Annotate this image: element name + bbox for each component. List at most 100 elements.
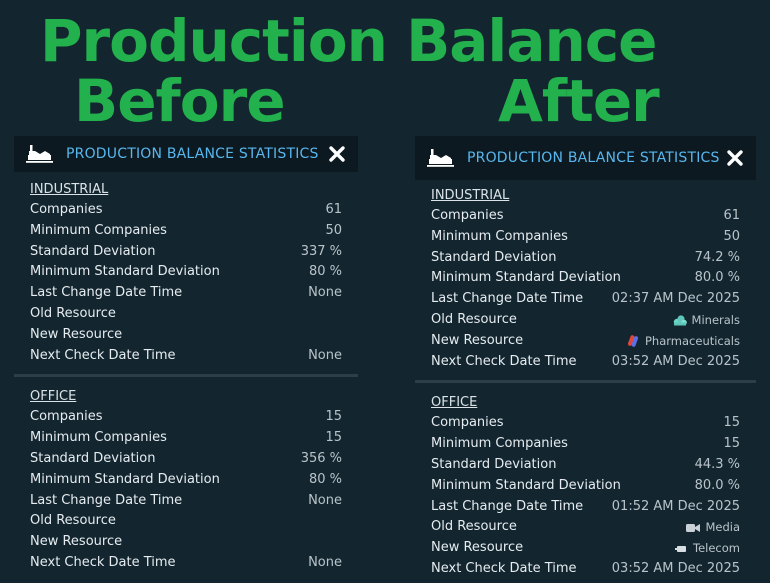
stat-row-next-check: Next Check Date Time 03:52 AM Dec 2025: [431, 559, 740, 580]
stat-value: 50: [325, 222, 342, 238]
stat-row-minimum-standard-deviation: Minimum Standard Deviation 80.0 %: [431, 476, 740, 497]
stat-row-standard-deviation: Standard Deviation 337 %: [30, 242, 342, 263]
stat-value: 15: [325, 430, 342, 446]
close-icon[interactable]: [726, 149, 744, 167]
stat-value: 80 %: [308, 264, 342, 280]
section-title-industrial: INDUSTRIAL: [30, 182, 109, 197]
after-panel: PRODUCTION BALANCE STATISTICS INDUSTRIAL…: [415, 136, 756, 580]
stat-value: None: [308, 554, 342, 570]
factory-icon: [26, 142, 54, 166]
stat-label: Minimum Companies: [30, 222, 167, 238]
stat-value: 74.2 %: [694, 249, 740, 265]
panel-title: PRODUCTION BALANCE STATISTICS: [467, 150, 720, 166]
resource-name: Media: [705, 520, 740, 535]
stat-value: 61: [723, 208, 740, 223]
stat-value: 50: [723, 228, 740, 244]
stat-label: Next Check Date Time: [30, 554, 176, 570]
telecom-icon: [674, 543, 688, 555]
stat-label: Last Change Date Time: [30, 285, 183, 301]
stat-row-next-check: Next Check Date Time None: [30, 346, 342, 367]
headline-title: Production Balance: [40, 7, 657, 75]
stat-label: Old Resource: [431, 519, 517, 535]
stat-value: 01:52 AM Dec 2025: [611, 498, 740, 514]
stat-label: Next Check Date Time: [431, 560, 577, 576]
stat-value: 15: [723, 415, 740, 431]
stat-value: None: [308, 285, 342, 301]
stat-value: Telecom: [674, 538, 740, 559]
stat-value: 03:52 AM Dec 2025: [611, 560, 740, 576]
stat-row-next-check: Next Check Date Time None: [30, 553, 342, 574]
stat-row-old-resource: Old Resource Media: [431, 517, 740, 538]
stat-label: Minimum Companies: [431, 436, 568, 452]
stat-label: Companies: [30, 409, 103, 425]
stat-value: 337 %: [300, 243, 342, 259]
stat-row-minimum-standard-deviation: Minimum Standard Deviation 80 %: [30, 262, 342, 283]
stat-label: New Resource: [30, 534, 123, 550]
stat-label: Standard Deviation: [431, 456, 557, 472]
section-title-industrial: INDUSTRIAL: [431, 188, 510, 203]
industrial-section: INDUSTRIAL Companies 61 Minimum Companies…: [415, 180, 756, 372]
stat-row-minimum-companies: Minimum Companies 15: [431, 434, 740, 455]
headline-before: Before: [74, 67, 286, 135]
section-divider: [415, 380, 756, 384]
stat-label: New Resource: [431, 332, 524, 348]
stat-label: Standard Deviation: [431, 249, 557, 265]
office-section: OFFICE Companies 15 Minimum Companies 15 S…: [14, 381, 358, 573]
stat-row-minimum-standard-deviation: Minimum Standard Deviation 80 %: [30, 470, 342, 491]
stat-row-new-resource: New Resource: [30, 325, 342, 346]
stat-row-next-check: Next Check Date Time 03:52 AM Dec 2025: [431, 352, 740, 373]
stat-row-standard-deviation: Standard Deviation 44.3 %: [431, 455, 740, 476]
stat-value: 80 %: [308, 471, 342, 487]
stat-label: Minimum Standard Deviation: [431, 477, 621, 493]
stat-row-companies: Companies 15: [431, 413, 740, 434]
stat-row-companies: Companies 15: [30, 407, 342, 428]
stat-label: Next Check Date Time: [30, 347, 176, 363]
stat-value: 356 %: [300, 450, 342, 466]
close-icon[interactable]: [328, 145, 346, 163]
stat-row-last-change: Last Change Date Time None: [30, 283, 342, 304]
stat-label: Old Resource: [30, 305, 116, 321]
stat-row-old-resource: Old Resource: [30, 511, 342, 532]
section-title-office: OFFICE: [30, 389, 77, 405]
stat-label: New Resource: [431, 540, 524, 556]
stat-label: Old Resource: [30, 513, 116, 529]
stat-value: 61: [325, 202, 342, 217]
stat-label: Last Change Date Time: [431, 498, 584, 514]
stat-label: Minimum Standard Deviation: [30, 471, 220, 487]
stat-label: Last Change Date Time: [30, 492, 183, 508]
office-section: OFFICE Companies 15 Minimum Companies 15 S…: [415, 387, 756, 579]
stat-row-new-resource: New Resource Telecom: [431, 538, 740, 559]
stat-row-last-change: Last Change Date Time 01:52 AM Dec 2025: [431, 497, 740, 518]
stat-value: 80.0 %: [694, 477, 740, 493]
stat-label: Minimum Standard Deviation: [30, 264, 220, 280]
stat-value: 15: [325, 409, 342, 425]
headline-after: After: [498, 67, 660, 135]
panel-title: PRODUCTION BALANCE STATISTICS: [66, 146, 319, 162]
stat-value: None: [308, 492, 342, 508]
stat-label: Standard Deviation: [30, 243, 156, 259]
stat-label: New Resource: [30, 326, 123, 342]
industrial-section: INDUSTRIAL Companies 61 Minimum Companies…: [14, 172, 358, 366]
stat-row-new-resource: New Resource: [30, 532, 342, 553]
media-icon: [686, 522, 701, 534]
stat-row-last-change: Last Change Date Time 02:37 AM Dec 2025: [431, 289, 740, 310]
stat-value: 15: [723, 436, 740, 452]
stat-label: Companies: [30, 202, 103, 217]
stat-row-minimum-companies: Minimum Companies 50: [30, 221, 342, 242]
stat-label: Last Change Date Time: [431, 291, 584, 307]
minerals-icon: [673, 314, 687, 326]
stat-label: Minimum Companies: [431, 228, 568, 244]
stat-row-companies: Companies 61: [30, 200, 342, 221]
stat-value: Minerals: [673, 310, 740, 331]
stat-row-minimum-companies: Minimum Companies 15: [30, 428, 342, 449]
stat-row-new-resource: New Resource Pharmaceuticals: [431, 331, 740, 352]
panel-header: PRODUCTION BALANCE STATISTICS: [14, 136, 358, 172]
stat-row-old-resource: Old Resource Minerals: [431, 310, 740, 331]
stat-label: Companies: [431, 208, 504, 223]
stat-value: 03:52 AM Dec 2025: [611, 353, 740, 369]
stat-row-last-change: Last Change Date Time None: [30, 491, 342, 512]
stat-label: Companies: [431, 415, 504, 431]
resource-name: Minerals: [691, 312, 740, 327]
stat-value: 44.3 %: [694, 456, 740, 472]
stat-row-companies: Companies 61: [431, 206, 740, 227]
